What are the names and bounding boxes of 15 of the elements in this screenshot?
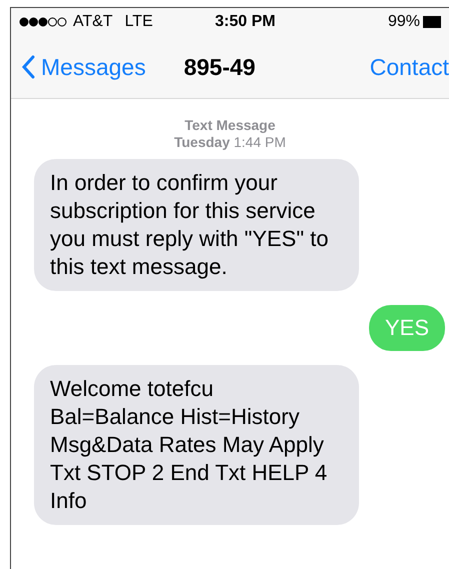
message-timestamp: Tuesday 1:44 PM: [174, 134, 286, 151]
network-type: LTE: [124, 12, 153, 32]
signal-strength-icon: [19, 17, 67, 27]
back-button[interactable]: Messages: [11, 50, 146, 84]
message-type-label: Text Message: [184, 117, 276, 134]
status-time: 3:50 PM: [215, 12, 276, 32]
message-bubble: Welcome totefcu Bal=Balance Hist=History Msg&Data Rates May Apply Txt STOP 2 End Txt HELP 4 Info: [34, 365, 359, 525]
conversation-title: 895-49: [184, 52, 256, 82]
carrier-name: AT&T: [73, 12, 113, 32]
contact-button[interactable]: Contact: [370, 50, 449, 84]
battery-percentage: 99%: [388, 12, 420, 32]
message-bubble: YES: [368, 305, 445, 351]
battery-icon: [423, 16, 441, 28]
chevron-left-icon: [21, 55, 35, 79]
message-bubble: In order to confirm your subscription for this service you must reply with "YES" to this text message.: [34, 159, 359, 291]
